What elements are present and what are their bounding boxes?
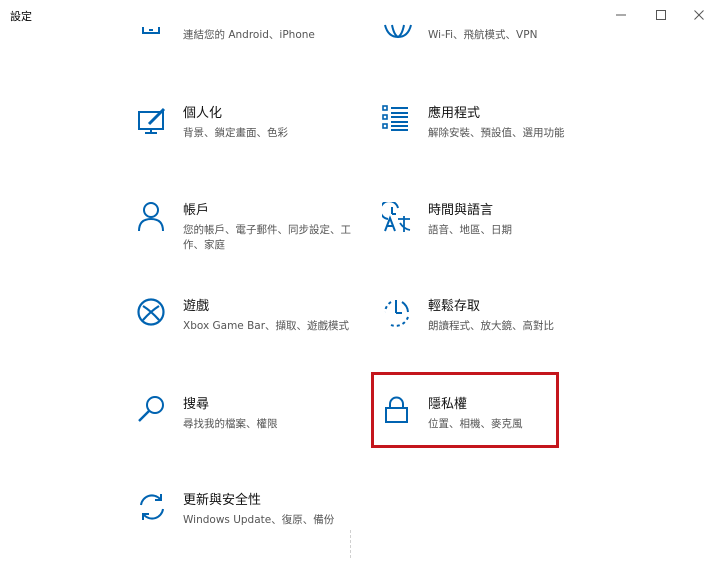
tile-desc: 朗讀程式、放大鏡、高對比	[428, 320, 554, 332]
tile-desc: Xbox Game Bar、擷取、遊戲模式	[183, 320, 350, 332]
tile-title: 搜尋	[183, 397, 210, 412]
tile-desc: 解除安裝、預設值、選用功能	[428, 127, 565, 139]
close-button[interactable]	[676, 0, 720, 30]
apps-list-icon	[382, 105, 414, 137]
globe-icon	[382, 13, 414, 45]
tile-desc: 連結您的 Android、iPhone	[183, 29, 315, 41]
tile-title: 遊戲	[183, 299, 210, 314]
settings-tile-apps[interactable]: 應用程式 解除安裝、預設值、選用功能	[382, 105, 602, 175]
title-bar: 設定	[0, 0, 720, 30]
personalization-icon	[137, 105, 169, 137]
settings-tile-time-language[interactable]: 時間與語言 語音、地區、日期	[382, 202, 602, 272]
tile-desc: Windows Update、復原、備份	[183, 514, 335, 526]
settings-tile-personalization[interactable]: 個人化 背景、鎖定畫面、色彩	[137, 105, 357, 175]
settings-tile-phone[interactable]: 連結您的 Android、iPhone	[137, 13, 357, 83]
tile-title: 時間與語言	[428, 203, 494, 218]
tile-title: 輕鬆存取	[428, 299, 481, 314]
settings-tile-search[interactable]: 搜尋 尋找我的檔案、權限	[137, 396, 357, 466]
divider	[350, 530, 352, 558]
close-icon	[694, 10, 704, 20]
settings-tile-accounts[interactable]: 帳戶 您的帳戶、電子郵件、同步設定、工作、家庭	[137, 202, 357, 272]
person-icon	[137, 202, 169, 234]
tile-title: 帳戶	[183, 203, 210, 218]
maximize-icon	[656, 10, 666, 20]
tile-desc: Wi-Fi、飛航模式、VPN	[428, 29, 538, 41]
minimize-icon	[616, 14, 626, 16]
tile-desc: 語音、地區、日期	[428, 224, 512, 236]
tile-desc: 背景、鎖定畫面、色彩	[183, 127, 288, 139]
settings-tile-gaming[interactable]: 遊戲 Xbox Game Bar、擷取、遊戲模式	[137, 298, 357, 368]
tile-desc: 尋找我的檔案、權限	[183, 418, 278, 430]
settings-tile-update-security[interactable]: 更新與安全性 Windows Update、復原、備份	[137, 492, 357, 562]
tile-desc: 您的帳戶、電子郵件、同步設定、工作、家庭	[183, 224, 351, 251]
tile-title: 應用程式	[428, 106, 481, 121]
settings-tile-ease-of-access[interactable]: 輕鬆存取 朗讀程式、放大鏡、高對比	[382, 298, 602, 368]
highlight-box	[371, 372, 559, 448]
time-language-icon	[382, 202, 414, 234]
app-title: 設定	[10, 10, 32, 23]
tile-title: 個人化	[183, 106, 223, 121]
ease-of-access-icon	[382, 298, 414, 330]
search-icon	[137, 396, 169, 428]
settings-tile-network[interactable]: Wi-Fi、飛航模式、VPN	[382, 13, 602, 83]
tile-title: 更新與安全性	[183, 493, 262, 508]
xbox-icon	[137, 298, 169, 330]
phone-icon	[137, 13, 169, 45]
update-sync-icon	[137, 492, 169, 524]
